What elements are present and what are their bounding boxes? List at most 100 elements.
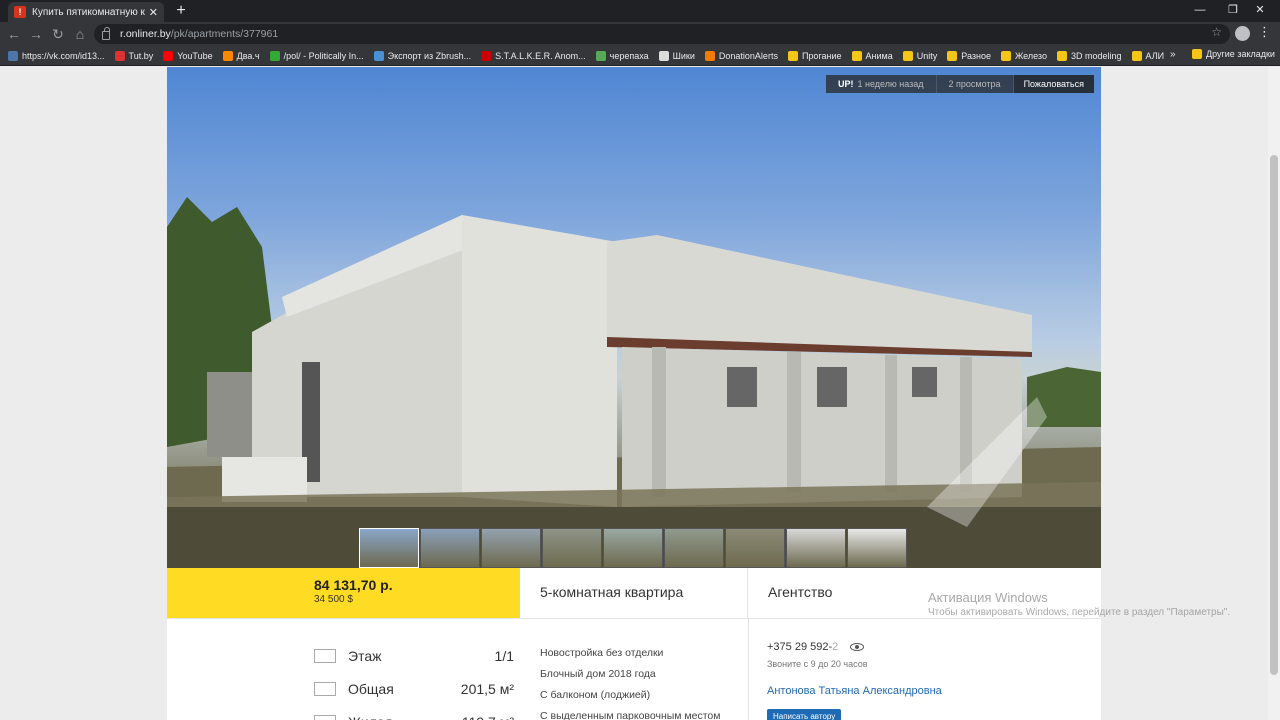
- house-wing-upper: [607, 235, 1032, 352]
- browser-toolbar: ← → ↻ ⌂ r.onliner.by/pk/apartments/37796…: [0, 22, 1280, 46]
- apartment-params: Этаж 1/1 Общая 201,5 м² Жилая 119,7 м²: [314, 639, 514, 720]
- page-scrollbar[interactable]: [1268, 67, 1280, 720]
- bookmark-item[interactable]: черепаха: [595, 50, 649, 61]
- write-author-label: Написать автору: [773, 711, 836, 720]
- watermark-title: Активация Windows: [928, 590, 1048, 605]
- photo-thumbnail[interactable]: [664, 528, 724, 568]
- bookmark-favicon-icon: [704, 50, 715, 61]
- bookmark-favicon-icon: [658, 50, 669, 61]
- bookmark-favicon-icon: [373, 50, 384, 61]
- column-divider: [748, 619, 749, 720]
- photo-thumbnail[interactable]: [603, 528, 663, 568]
- bookmarks-overflow-button[interactable]: »: [1170, 49, 1176, 60]
- listing-card: UP! 1 неделю назад 2 просмотра Пожаловать…: [167, 67, 1101, 720]
- bookmark-item[interactable]: Анима: [851, 50, 893, 61]
- bookmark-item[interactable]: Разное: [947, 50, 991, 61]
- phone-hidden-tail: 2: [832, 641, 839, 653]
- url-path: /pk/apartments/377961: [170, 28, 279, 40]
- browser-tab-active[interactable]: ! Купить пятикомнатную квартиру ✕: [8, 2, 164, 22]
- photo-thumbnail[interactable]: [847, 528, 907, 568]
- bookmark-item[interactable]: YouTube: [163, 50, 213, 61]
- bookmarks-bar: https://vk.com/id13... Tut.by YouTube Два.ч…: [0, 46, 1280, 66]
- close-window-button[interactable]: ✕: [1240, 0, 1280, 22]
- apartment-features: Новостройка без отделки Блочный дом 2018 …: [540, 643, 745, 720]
- seller-name-link[interactable]: Антонова Татьяна Александровна: [767, 685, 1087, 697]
- param-icon: [314, 648, 336, 663]
- new-tab-button[interactable]: +: [172, 2, 190, 20]
- photo-thumbnail[interactable]: [481, 528, 541, 568]
- profile-avatar-icon[interactable]: [1235, 26, 1250, 41]
- column: [885, 355, 897, 492]
- bookmark-favicon-icon: [1056, 50, 1067, 61]
- bookmark-favicon-icon: [222, 50, 233, 61]
- bookmark-favicon-icon: [947, 50, 958, 61]
- page-content: UP! 1 неделю назад 2 просмотра Пожаловать…: [0, 67, 1268, 720]
- bookmark-favicon-icon: [163, 50, 174, 61]
- listing-views: 2 просмотра: [936, 75, 1014, 93]
- bookmark-favicon-icon: [595, 50, 606, 61]
- bookmark-item[interactable]: DonationAlerts: [704, 50, 778, 61]
- feature-item: С выделенным парковочным местом: [540, 710, 721, 720]
- bookmark-item[interactable]: Tut.by: [114, 50, 153, 61]
- price-block: 84 131,70 р. 34 500 $: [167, 568, 520, 618]
- bookmark-label: Unity: [916, 50, 938, 61]
- bookmark-favicon-icon: [8, 50, 18, 61]
- bookmark-item[interactable]: Шики: [658, 50, 695, 61]
- browser-tab-bar: ! Купить пятикомнатную квартиру ✕ + — ❐ …: [0, 0, 1280, 22]
- bookmark-favicon-icon: [787, 50, 798, 61]
- bookmark-item[interactable]: Прогание: [787, 50, 842, 61]
- param-row: Общая 201,5 м²: [314, 672, 514, 705]
- price-usd: 34 500 $: [314, 594, 353, 605]
- folder-icon: [1192, 49, 1202, 59]
- bookmark-label: Прогание: [801, 50, 842, 61]
- other-bookmarks-folder[interactable]: Другие закладки: [1192, 49, 1275, 59]
- bookmark-label: Анима: [865, 50, 893, 61]
- forward-button[interactable]: →: [26, 24, 46, 44]
- bookmark-item[interactable]: S.T.A.L.K.E.R. Anom...: [481, 50, 586, 61]
- back-button[interactable]: ←: [4, 24, 24, 44]
- call-hours: Звоните с 9 до 20 часов: [767, 659, 868, 669]
- bookmark-item[interactable]: Экспорт из Zbrush...: [373, 50, 472, 61]
- bookmark-item[interactable]: Unity: [902, 50, 938, 61]
- close-tab-icon[interactable]: ✕: [149, 6, 158, 19]
- onliner-favicon-icon: !: [14, 6, 26, 18]
- photo-thumbnail[interactable]: [359, 528, 419, 568]
- write-author-button[interactable]: Написать автору: [767, 709, 842, 720]
- seller-contact: +375 29 592- 2 Звоните с 9 до 20 часов Ан…: [767, 641, 1087, 720]
- browser-menu-icon[interactable]: ⋮: [1258, 24, 1271, 40]
- bookmark-label: АЛИ: [1145, 50, 1165, 61]
- bookmark-item[interactable]: Два.ч: [222, 50, 260, 61]
- param-value: 119,7 м²: [462, 714, 514, 720]
- feature-item: Новостройка без отделки: [540, 647, 664, 659]
- reload-button[interactable]: ↻: [48, 24, 68, 44]
- bookmark-star-icon[interactable]: ☆: [1211, 25, 1222, 39]
- param-icon: [314, 714, 336, 720]
- param-icon: [314, 681, 336, 696]
- photo-thumbnail[interactable]: [725, 528, 785, 568]
- bookmark-label: Экспорт из Zbrush...: [387, 50, 472, 61]
- photo-thumbnail[interactable]: [420, 528, 480, 568]
- photo-thumbnail[interactable]: [786, 528, 846, 568]
- lock-icon: [102, 27, 110, 40]
- bookmark-item[interactable]: АЛИ: [1131, 50, 1165, 61]
- bookmark-label: /pol/ - Politically In...: [283, 50, 364, 61]
- bookmark-item[interactable]: 3D modeling: [1056, 50, 1122, 61]
- bookmark-label: YouTube: [177, 50, 213, 61]
- bookmark-item[interactable]: https://vk.com/id13...: [8, 50, 105, 61]
- phone-number[interactable]: +375 29 592- 2: [767, 641, 1087, 653]
- listing-main-photo[interactable]: UP! 1 неделю назад 2 просмотра Пожаловать…: [167, 67, 1101, 568]
- home-button[interactable]: ⌂: [70, 24, 90, 44]
- address-bar[interactable]: r.onliner.by/pk/apartments/377961 ☆: [94, 24, 1230, 44]
- show-phone-eye-icon[interactable]: [850, 643, 865, 651]
- watermark-subtitle: Чтобы активировать Windows, перейдите в …: [928, 607, 1231, 618]
- bookmark-label: Два.ч: [236, 50, 260, 61]
- scrollbar-thumb[interactable]: [1270, 155, 1278, 675]
- bookmark-favicon-icon: [114, 50, 125, 61]
- photo-thumbnail[interactable]: [542, 528, 602, 568]
- bookmark-label: S.T.A.L.K.E.R. Anom...: [495, 50, 586, 61]
- listing-age-text: 1 неделю назад: [857, 79, 924, 89]
- bookmark-item[interactable]: /pol/ - Politically In...: [269, 50, 364, 61]
- bookmark-item[interactable]: Железо: [1000, 50, 1047, 61]
- windows-activation-watermark: Активация Windows Чтобы активировать Win…: [928, 590, 1230, 618]
- complain-button[interactable]: Пожаловаться: [1013, 75, 1094, 93]
